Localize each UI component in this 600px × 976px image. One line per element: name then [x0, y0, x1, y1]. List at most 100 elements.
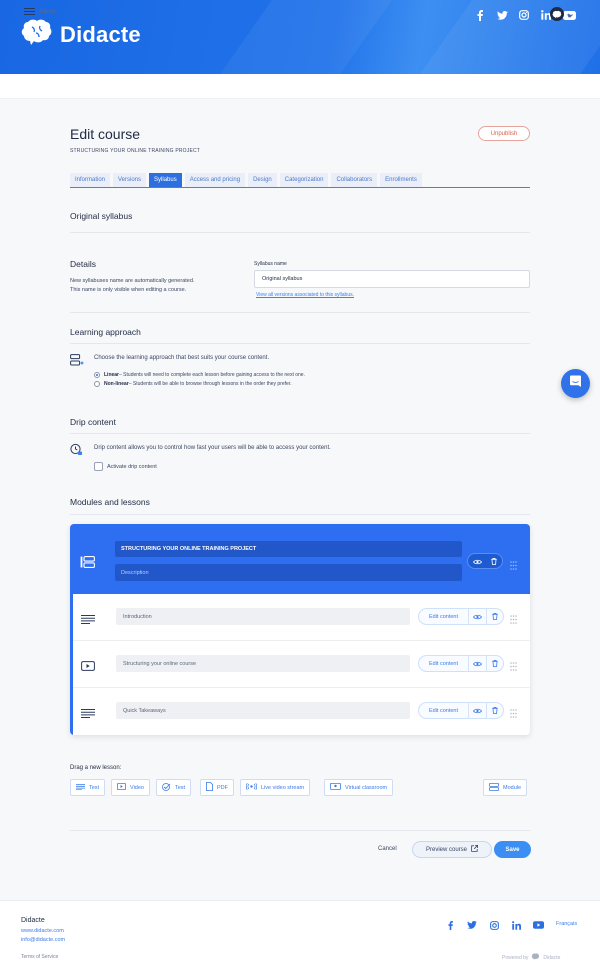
facebook-icon[interactable] — [444, 919, 456, 931]
footer-brand: Didacte — [21, 917, 45, 924]
divider — [70, 343, 530, 344]
drag-pdf-button[interactable]: PDF — [200, 779, 234, 796]
non-linear-label: Non-linear — [104, 381, 129, 387]
tab-versions[interactable]: Versions — [113, 173, 147, 187]
divider — [70, 312, 530, 313]
lesson-row[interactable]: Structuring your online course Edit cont… — [73, 641, 530, 688]
external-link-icon — [471, 845, 478, 854]
module-title-input[interactable]: STRUCTURING YOUR ONLINE TRAINING PROJECT — [115, 541, 462, 557]
footer-website-link[interactable]: www.didacte.com — [21, 928, 64, 934]
tab-collaborators[interactable]: Collaborators — [331, 173, 378, 187]
edit-content-button[interactable]: Edit content — [419, 702, 469, 719]
brand-name: Didacte — [60, 21, 141, 47]
linear-radio[interactable] — [94, 372, 100, 378]
classroom-icon — [330, 782, 341, 793]
tab-syllabus[interactable]: Syllabus — [149, 173, 182, 187]
powered-label: Powered by — [502, 954, 529, 961]
syllabus-name-input[interactable]: Original syllabus — [254, 270, 530, 288]
avatar — [550, 7, 564, 21]
trash-icon[interactable] — [485, 702, 504, 719]
eye-icon[interactable] — [469, 655, 486, 672]
lesson-row[interactable]: Introduction Edit content — [73, 594, 530, 641]
lesson-row[interactable]: Quick Takeaways Edit content — [73, 688, 530, 735]
module-description-input[interactable]: Description — [115, 564, 462, 581]
non-linear-radio[interactable] — [94, 381, 100, 387]
powered-brand: Didacte — [543, 954, 561, 961]
preview-course-button[interactable]: Preview course — [412, 841, 492, 858]
didacte-logo-icon — [531, 953, 540, 962]
drag-live-video-label: Live video stream — [261, 784, 305, 791]
chat-widget-button[interactable] — [561, 369, 590, 398]
user-menu[interactable] — [550, 5, 573, 23]
lesson-title-input[interactable]: Quick Takeaways — [116, 702, 410, 719]
chat-icon — [569, 375, 582, 393]
drag-handle-icon[interactable] — [510, 557, 517, 575]
trash-icon[interactable] — [491, 552, 497, 570]
linear-label: Linear — [104, 372, 120, 378]
text-lesson-icon — [81, 611, 95, 629]
drag-test-button[interactable]: Test — [156, 779, 192, 796]
tab-categorization[interactable]: Categorization — [279, 173, 329, 187]
tab-design[interactable]: Design — [248, 173, 277, 187]
text-icon — [76, 783, 85, 792]
module-icon — [489, 782, 499, 793]
drag-virtual-classroom-label: Virtual classroom — [345, 784, 388, 791]
tab-access-and-pricing[interactable]: Access and pricing — [184, 173, 246, 187]
logo[interactable]: Didacte — [20, 18, 141, 51]
option-linear[interactable]: Linear– Students will need to complete e… — [94, 372, 305, 378]
drip-toggle[interactable]: Activate drip content — [94, 462, 157, 471]
drag-virtual-classroom-button[interactable]: Virtual classroom — [324, 779, 394, 796]
modules-title: Modules and lessons — [70, 497, 150, 507]
facebook-icon[interactable] — [474, 9, 486, 21]
drag-module-button[interactable]: Module — [483, 779, 528, 796]
instagram-icon[interactable] — [488, 919, 500, 931]
tab-enrollments[interactable]: Enrollments — [380, 173, 422, 187]
eye-icon[interactable] — [469, 702, 486, 719]
lesson-title-input[interactable]: Structuring your online course — [116, 655, 410, 672]
drag-handle-icon[interactable] — [510, 611, 517, 629]
youtube-icon[interactable] — [532, 919, 544, 931]
powered-by: Powered by Didacte — [502, 953, 560, 962]
divider — [70, 514, 530, 515]
terms-link[interactable]: Terms of Service — [21, 954, 58, 960]
module-header: STRUCTURING YOUR ONLINE TRAINING PROJECT… — [70, 524, 530, 594]
view-versions-link[interactable]: View all versions associated to this syl… — [256, 292, 354, 298]
chevron-down-icon — [567, 5, 573, 23]
unpublish-button[interactable]: Unpublish — [478, 126, 530, 141]
brain-logo-icon — [20, 18, 54, 51]
footer — [0, 900, 600, 976]
save-button[interactable]: Save — [494, 841, 531, 858]
menu-button[interactable]: Menu — [24, 8, 55, 15]
drag-live-video-button[interactable]: Live video stream — [240, 779, 311, 796]
option-non-linear[interactable]: Non-linear– Students will be able to bro… — [94, 381, 292, 387]
cancel-button[interactable]: Cancel — [378, 846, 397, 852]
trash-icon[interactable] — [485, 655, 504, 672]
drag-handle-icon[interactable] — [510, 658, 517, 676]
instagram-icon[interactable] — [518, 9, 530, 21]
lesson-title-input[interactable]: Introduction — [116, 608, 410, 625]
drip-checkbox[interactable] — [94, 462, 103, 471]
course-tabs: Information Versions Syllabus Access and… — [70, 173, 530, 188]
footer-email-link[interactable]: info@didacte.com — [21, 937, 65, 943]
edit-content-button[interactable]: Edit content — [419, 608, 469, 625]
eye-icon[interactable] — [469, 608, 486, 625]
syllabus-name-label: Syllabus name — [254, 261, 287, 267]
drag-video-button[interactable]: Video — [111, 779, 150, 796]
eye-icon[interactable] — [472, 552, 482, 570]
twitter-icon[interactable] — [496, 9, 508, 21]
syllabus-heading: Original syllabus — [70, 211, 133, 221]
drip-checkbox-label: Activate drip content — [107, 463, 157, 470]
edit-content-button[interactable]: Edit content — [419, 655, 469, 672]
linkedin-icon[interactable] — [510, 919, 522, 931]
divider — [70, 830, 530, 831]
trash-icon[interactable] — [485, 608, 504, 625]
drag-text-button[interactable]: Text — [70, 779, 106, 796]
twitter-icon[interactable] — [466, 919, 478, 931]
language-switch[interactable]: Français — [556, 921, 577, 927]
clock-lock-icon — [70, 443, 83, 461]
lesson-actions: Edit content — [418, 702, 504, 719]
footer-social-links — [444, 919, 544, 931]
drag-handle-icon[interactable] — [510, 705, 517, 723]
hamburger-icon — [24, 8, 35, 15]
tab-information[interactable]: Information — [70, 173, 111, 187]
